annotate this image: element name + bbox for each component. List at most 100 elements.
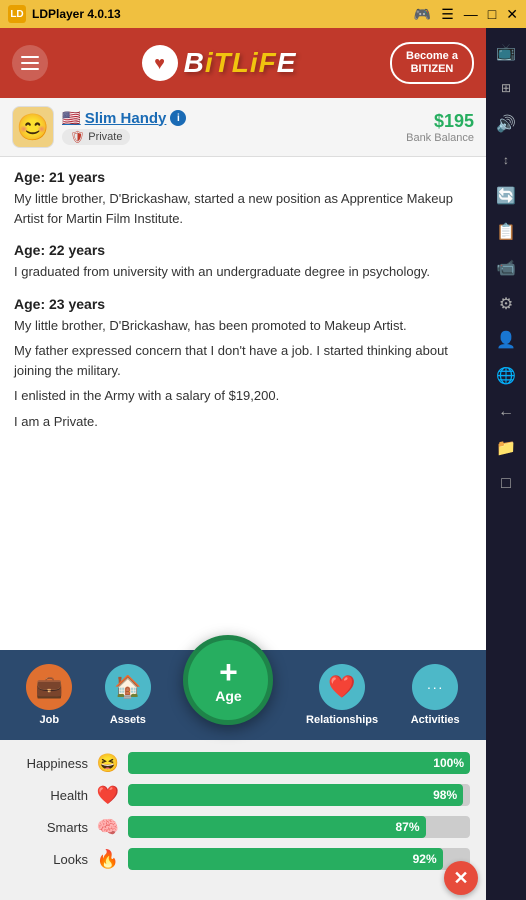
avatar-emoji: 😊 — [17, 112, 49, 143]
stats-area: Happiness😆100% Health ❤️ 98% Smarts 🧠 87% Looks… — [0, 740, 486, 900]
job-label: Job — [40, 714, 60, 726]
nav-relationships[interactable]: ❤️ Relationships — [306, 664, 378, 726]
story-age-23: Age: 23 years — [14, 296, 472, 312]
relationships-label: Relationships — [306, 714, 378, 726]
gamepad-icon[interactable]: 🎮 — [414, 6, 431, 23]
bottom-nav: 💼 Job 🏠 Assets + Age ❤️ Relationships ··… — [0, 650, 486, 900]
sidebar-resize-icon[interactable]: ↕ — [490, 144, 522, 176]
minimize-icon[interactable]: — — [464, 6, 478, 22]
age-label: Age — [215, 688, 241, 704]
sidebar-grid-icon[interactable]: ⊞ — [490, 72, 522, 104]
assets-label: Assets — [110, 714, 146, 726]
menu-line-1 — [21, 56, 39, 58]
stat-bar-fill-looks: 92% — [128, 848, 443, 870]
stat-label-smarts: Smarts — [16, 820, 88, 835]
title-bar: LD LDPlayer 4.0.13 🎮 ☰ — □ ✕ — [0, 0, 526, 28]
stat-label-looks: Looks — [16, 852, 88, 867]
nav-activities[interactable]: ··· Activities — [411, 664, 460, 726]
bitizen-button[interactable]: Become a BITIZEN — [390, 42, 474, 84]
sidebar-window-icon[interactable]: □ — [490, 468, 522, 500]
menu-line-3 — [21, 68, 39, 70]
story-text-22: I graduated from university with an unde… — [14, 262, 472, 282]
stat-value-happiness: 100% — [433, 756, 464, 770]
stat-value-looks: 92% — [413, 852, 437, 866]
stat-emoji-health: ❤️ — [96, 785, 120, 806]
stat-bar-fill-smarts: 87% — [128, 816, 426, 838]
sidebar-tv-icon[interactable]: 📺 — [490, 36, 522, 68]
sidebar-clipboard-icon[interactable]: 📋 — [490, 216, 522, 248]
right-sidebar: 📺 ⊞ 🔊 ↕ 🔄 📋 📹 ⚙ 👤 🌐 ← 📁 □ — [486, 28, 526, 900]
profile-name[interactable]: 🇺🇸 Slim Handy i — [62, 109, 186, 127]
story-text-23a: My little brother, D'Brickashaw, has bee… — [14, 316, 472, 336]
logo-b: B — [184, 47, 205, 78]
story-entry-23: Age: 23 years My little brother, D'Brick… — [14, 296, 472, 432]
nav-job[interactable]: 💼 Job — [26, 664, 72, 726]
stat-value-smarts: 87% — [396, 820, 420, 834]
story-entry-22: Age: 22 years I graduated from universit… — [14, 242, 472, 282]
story-age-22: Age: 22 years — [14, 242, 472, 258]
stat-bar-bg-smarts: 87% — [128, 816, 470, 838]
close-fab-button[interactable]: ✕ — [444, 861, 478, 895]
bank-balance: $195 — [406, 111, 474, 132]
stat-value-health: 98% — [433, 788, 457, 802]
age-plus-icon: + — [219, 656, 238, 688]
assets-icon: 🏠 — [105, 664, 151, 710]
title-bar-controls: 🎮 ☰ — □ ✕ — [414, 6, 518, 23]
sidebar-refresh-icon[interactable]: 🔄 — [490, 180, 522, 212]
stat-emoji-smarts: 🧠 — [96, 817, 120, 838]
app-icon: LD — [8, 5, 26, 23]
nav-assets[interactable]: 🏠 Assets — [105, 664, 151, 726]
stat-label-health: Health — [16, 788, 88, 803]
sidebar-video-icon[interactable]: 📹 — [490, 252, 522, 284]
story-area[interactable]: Age: 21 years My little brother, D'Brick… — [0, 157, 486, 525]
flag-icon: 🇺🇸 — [62, 109, 81, 127]
stat-row-happiness: Happiness😆100% — [16, 752, 470, 774]
stat-row-health: Health ❤️ 98% — [16, 784, 470, 806]
info-icon[interactable]: i — [170, 110, 186, 126]
age-button[interactable]: + Age — [183, 635, 273, 725]
logo: ♥ BBiTiTLiFE — [142, 45, 297, 81]
stat-bar-fill-health: 98% — [128, 784, 463, 806]
menu-line-2 — [21, 62, 39, 64]
sidebar-folder-icon[interactable]: 📁 — [490, 432, 522, 464]
stat-row-smarts: Smarts 🧠 87% — [16, 816, 470, 838]
story-text-23d: I am a Private. — [14, 412, 472, 432]
menu-icon[interactable]: ☰ — [441, 6, 454, 23]
sidebar-user-icon[interactable]: 👤 — [490, 324, 522, 356]
game-header: ♥ BBiTiTLiFE Become a BITIZEN — [0, 28, 486, 98]
header-left — [12, 45, 48, 81]
story-text-23c: I enlisted in the Army with a salary of … — [14, 386, 472, 406]
profile-bar: 😊 🇺🇸 Slim Handy i 🛡 Private $195 Bank Ba… — [0, 98, 486, 157]
rank-badge: 🛡 Private — [62, 129, 130, 145]
sidebar-back-icon[interactable]: ← — [490, 396, 522, 428]
sidebar-volume-icon[interactable]: 🔊 — [490, 108, 522, 140]
shield-icon: 🛡 — [70, 130, 85, 144]
stat-bar-fill-happiness: 100% — [128, 752, 470, 774]
stat-row-looks: Looks 🔥 92% — [16, 848, 470, 870]
story-text-21: My little brother, D'Brickashaw, started… — [14, 189, 472, 228]
close-icon[interactable]: ✕ — [506, 6, 518, 23]
sidebar-gear-icon[interactable]: ⚙ — [490, 288, 522, 320]
close-fab-icon: ✕ — [453, 868, 468, 889]
bitizen-line2: BITIZEN — [406, 63, 458, 76]
stat-bar-bg-health: 98% — [128, 784, 470, 806]
character-name: Slim Handy — [85, 110, 167, 127]
activities-icon: ··· — [412, 664, 458, 710]
stats-container: Happiness😆100% Health ❤️ 98% Smarts 🧠 87% Looks… — [16, 752, 470, 870]
story-age-21: Age: 21 years — [14, 169, 472, 185]
bitizen-line1: Become a — [406, 50, 458, 63]
avatar: 😊 — [12, 106, 54, 148]
profile-right: $195 Bank Balance — [406, 111, 474, 144]
bank-balance-label: Bank Balance — [406, 132, 474, 144]
stat-emoji-looks: 🔥 — [96, 849, 120, 870]
profile-left: 😊 🇺🇸 Slim Handy i 🛡 Private — [12, 106, 186, 148]
relationships-icon: ❤️ — [319, 664, 365, 710]
story-entry-21: Age: 21 years My little brother, D'Brick… — [14, 169, 472, 228]
app-name: LDPlayer 4.0.13 — [32, 7, 121, 21]
maximize-icon[interactable]: □ — [488, 6, 496, 22]
hamburger-menu-button[interactable] — [12, 45, 48, 81]
stat-bar-bg-happiness: 100% — [128, 752, 470, 774]
sidebar-global-icon[interactable]: 🌐 — [490, 360, 522, 392]
game-area: ♥ BBiTiTLiFE Become a BITIZEN 😊 🇺🇸 Slim … — [0, 28, 486, 900]
profile-rank: 🛡 Private — [62, 129, 186, 145]
